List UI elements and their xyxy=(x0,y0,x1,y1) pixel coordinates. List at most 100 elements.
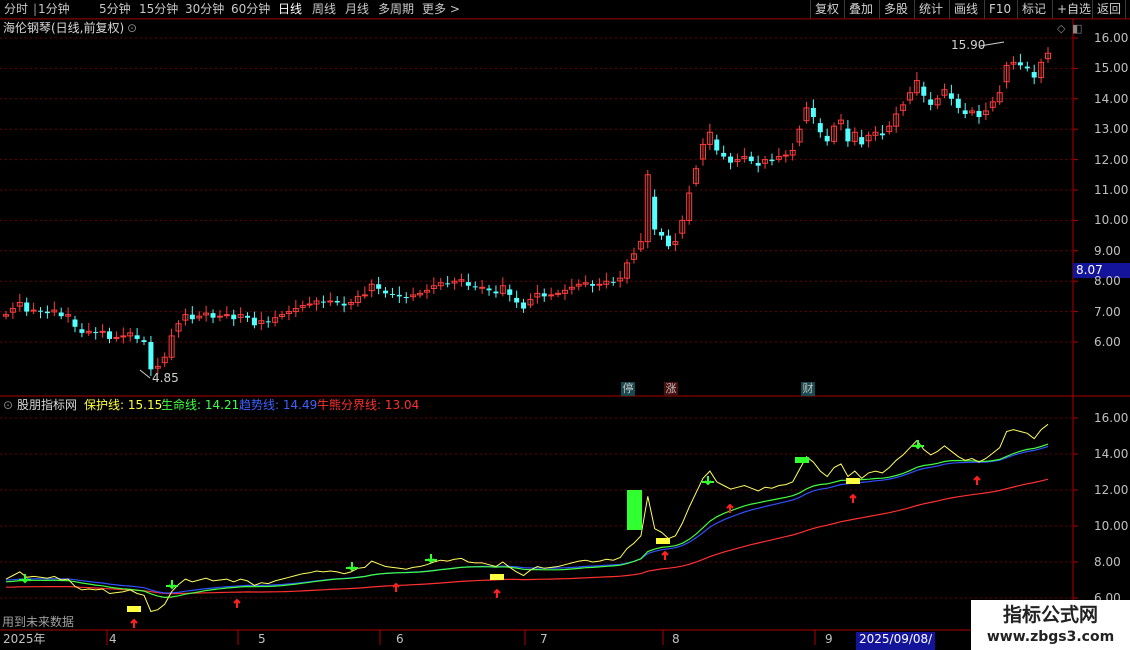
candle-body xyxy=(245,315,251,318)
event-suspend-icon[interactable]: 停 xyxy=(621,382,635,396)
candle-body xyxy=(962,110,968,114)
candle-body xyxy=(113,336,120,339)
candle-body xyxy=(769,159,775,162)
candle-body xyxy=(859,137,865,145)
candle-body xyxy=(714,139,720,151)
watermark-title: 指标公式网 xyxy=(1002,604,1098,626)
candle-body xyxy=(403,297,409,299)
y-tick-label: 10.00 xyxy=(1094,519,1129,533)
candle-body xyxy=(721,152,727,157)
signal-block xyxy=(127,606,141,612)
y-tick-label: 16.00 xyxy=(1094,411,1129,425)
candle-body xyxy=(334,300,340,303)
candle-body xyxy=(486,288,492,291)
candle-body xyxy=(24,302,30,312)
y-tick-label: 12.00 xyxy=(1094,152,1129,167)
buy-arrow-icon xyxy=(130,618,138,628)
y-tick-label: 7.00 xyxy=(1094,304,1121,319)
candle-body xyxy=(748,156,754,162)
candle-body xyxy=(389,293,395,295)
y-tick-label: 15.00 xyxy=(1094,61,1129,76)
event-limitup-icon[interactable]: 涨 xyxy=(664,382,678,396)
candle-body xyxy=(93,331,99,333)
y-tick-label: 10.00 xyxy=(1094,213,1129,228)
candle-body xyxy=(955,98,961,108)
candle-body xyxy=(120,335,127,338)
buy-arrow-icon xyxy=(493,588,501,598)
buy-arrow-icon xyxy=(392,582,400,592)
candle-body xyxy=(810,107,816,118)
diamond-icon[interactable]: ◇ xyxy=(1057,22,1065,36)
candle-body xyxy=(148,342,154,370)
y-tick-label: 11.00 xyxy=(1094,183,1129,197)
y-tick-label: 8.00 xyxy=(1094,274,1121,289)
buy-arrow-icon xyxy=(973,475,981,485)
candle-body xyxy=(341,303,347,306)
candle-body xyxy=(141,340,147,342)
candle-body xyxy=(107,331,113,339)
candle-body xyxy=(590,283,596,286)
candle-body xyxy=(327,300,334,303)
signal-block xyxy=(490,574,504,580)
candle-body xyxy=(383,290,389,294)
candle-body xyxy=(210,313,216,318)
candle-body xyxy=(659,231,665,236)
candle-body xyxy=(265,321,271,323)
signal-block xyxy=(656,538,670,544)
y-tick-label: 8.00 xyxy=(1094,555,1121,569)
candle-body xyxy=(728,156,734,163)
candle-body xyxy=(555,292,562,295)
panel-toggle-icon[interactable]: ◧ xyxy=(1072,22,1082,36)
future-data-note: 用到未来数据 xyxy=(2,615,75,629)
cursor-date-label: 2025/09/08/— xyxy=(856,632,935,650)
buy-arrow-icon xyxy=(661,550,669,560)
buy-arrow-icon xyxy=(849,493,857,503)
candle-body xyxy=(493,291,499,294)
y-tick-label: 14.00 xyxy=(1094,447,1129,461)
x-tick-month: 6 xyxy=(396,632,404,646)
y-tick-label: 6.00 xyxy=(1094,335,1121,349)
candle-body xyxy=(99,330,106,333)
x-tick-month: 4 xyxy=(109,632,117,646)
candle-body xyxy=(251,317,257,326)
candle-body xyxy=(652,196,658,230)
candle-body xyxy=(38,310,44,312)
x-tick-month: 7 xyxy=(540,632,548,646)
candle-body xyxy=(472,286,478,288)
legend-life-line: 生命线: 14.21 xyxy=(161,398,240,412)
signal-block xyxy=(846,478,860,484)
signal-block xyxy=(627,490,642,530)
candle-body xyxy=(514,297,520,303)
candle-body xyxy=(465,282,471,286)
x-tick-month: 8 xyxy=(672,632,680,646)
trend-line xyxy=(5,445,1049,594)
event-finance-icon[interactable]: 财 xyxy=(801,382,815,396)
x-tick-month: 9 xyxy=(825,632,833,646)
candle-body xyxy=(1024,66,1030,69)
candle-body xyxy=(665,235,671,247)
indicator-dropdown-icon[interactable]: ⊙ xyxy=(3,398,13,412)
candle-body xyxy=(1031,72,1037,78)
candle-body xyxy=(879,133,885,136)
candle-body xyxy=(521,302,527,309)
bullbear-line xyxy=(5,478,1049,595)
candle-body xyxy=(79,329,85,333)
legend-bullbear-line: 牛熊分界线: 13.04 xyxy=(317,398,420,412)
candle-body xyxy=(30,309,37,312)
candle-body xyxy=(948,93,954,99)
legend-protect-line: 保护线: 15.15 xyxy=(84,398,163,412)
title-dropdown-icon[interactable]: ⊙ xyxy=(127,21,137,35)
low-arrow-icon xyxy=(139,369,151,379)
watermark: 指标公式网 www.zbgs3.com xyxy=(971,600,1130,650)
protect-line xyxy=(5,423,1049,613)
candle-body xyxy=(479,286,486,289)
candle-body xyxy=(376,284,382,289)
candle-body xyxy=(1017,62,1023,66)
candle-body xyxy=(921,86,927,96)
x-tick-month: 5 xyxy=(258,632,266,646)
candle-body xyxy=(320,301,326,303)
chart-canvas[interactable] xyxy=(0,0,1130,650)
candle-body xyxy=(541,293,547,297)
candle-body xyxy=(223,314,230,317)
candle-body xyxy=(361,294,368,297)
